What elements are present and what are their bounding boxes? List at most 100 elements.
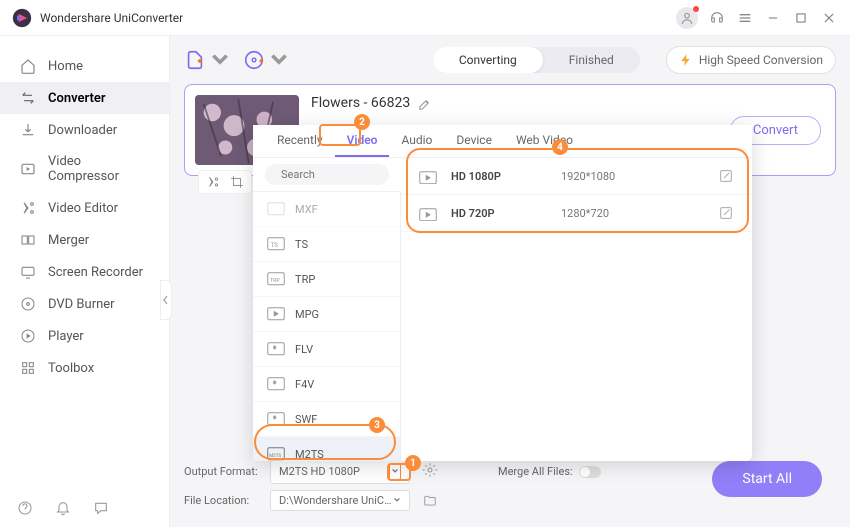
tab-webvideo[interactable]: Web Video xyxy=(504,125,585,157)
sidebar-collapse-button[interactable] xyxy=(160,280,172,320)
sidebar-item-downloader[interactable]: Downloader xyxy=(0,114,169,146)
sidebar-item-converter[interactable]: Converter xyxy=(0,82,169,114)
format-tabs: Recently Video Audio Device Web Video xyxy=(253,125,752,158)
status-segment: Converting Finished xyxy=(433,47,640,73)
merge-toggle[interactable] xyxy=(579,466,601,478)
format-icon: M2TS xyxy=(267,447,285,461)
svg-text:M2TS: M2TS xyxy=(269,453,281,459)
quality-resolution: 1280*720 xyxy=(561,207,718,220)
format-label: M2TS xyxy=(295,448,324,461)
add-disc-button[interactable] xyxy=(243,49,290,71)
edit-preset-icon[interactable] xyxy=(718,168,734,184)
sidebar-item-player[interactable]: Player xyxy=(0,320,169,352)
maximize-icon[interactable] xyxy=(792,9,810,27)
quality-resolution: 1920*1080 xyxy=(561,170,718,183)
step-badge-4: 4 xyxy=(552,139,568,155)
open-folder-icon[interactable] xyxy=(422,494,438,508)
format-label: F4V xyxy=(295,378,314,391)
format-ts[interactable]: TS TS xyxy=(253,227,400,262)
svg-text:TRP: TRP xyxy=(270,278,280,284)
step-badge-1: 1 xyxy=(405,455,421,471)
gear-icon[interactable] xyxy=(422,462,438,481)
format-f4v[interactable]: F4V xyxy=(253,367,400,402)
segment-converting[interactable]: Converting xyxy=(433,47,543,73)
high-speed-toggle[interactable]: High Speed Conversion xyxy=(666,46,836,74)
menu-icon[interactable] xyxy=(736,9,754,27)
app-logo-icon xyxy=(12,8,32,28)
output-format-label: Output Format: xyxy=(184,465,262,478)
sidebar-item-compressor[interactable]: Video Compressor xyxy=(0,146,169,192)
high-speed-label: High Speed Conversion xyxy=(699,53,823,67)
sidebar-item-merger[interactable]: Merger xyxy=(0,224,169,256)
help-icon[interactable] xyxy=(16,499,34,517)
search-row xyxy=(253,158,401,192)
format-icon xyxy=(267,342,285,356)
sidebar-item-label: Video Editor xyxy=(48,201,118,216)
quality-name: HD 1080P xyxy=(451,170,561,183)
svg-text:TS: TS xyxy=(271,242,279,249)
feedback-icon[interactable] xyxy=(92,499,110,517)
output-format-select[interactable]: M2TS HD 1080P xyxy=(270,459,410,484)
search-box[interactable] xyxy=(265,164,389,185)
sidebar-item-label: Merger xyxy=(48,233,89,248)
sidebar-item-label: Downloader xyxy=(48,123,117,138)
video-icon xyxy=(419,169,437,183)
format-flv[interactable]: FLV xyxy=(253,332,400,367)
crop-icon[interactable] xyxy=(229,174,245,190)
quality-1080p[interactable]: HD 1080P 1920*1080 xyxy=(401,158,752,195)
sidebar-item-label: Player xyxy=(48,329,84,344)
headset-icon[interactable] xyxy=(708,9,726,27)
sidebar-item-recorder[interactable]: Screen Recorder xyxy=(0,256,169,288)
format-label: SWF xyxy=(295,413,317,426)
sidebar-item-dvd[interactable]: DVD Burner xyxy=(0,288,169,320)
format-label: MPG xyxy=(295,308,319,321)
format-label: TRP xyxy=(295,273,315,286)
chevron-down-icon xyxy=(389,463,401,480)
edit-title-icon[interactable] xyxy=(418,96,432,110)
sidebar-item-label: Screen Recorder xyxy=(48,265,143,280)
tab-audio[interactable]: Audio xyxy=(389,125,444,157)
segment-finished[interactable]: Finished xyxy=(543,47,640,73)
format-m2ts[interactable]: M2TS M2TS xyxy=(253,437,400,461)
format-label: MXF xyxy=(295,203,318,216)
format-trp[interactable]: TRP TRP xyxy=(253,262,400,297)
thumbnail-tools xyxy=(198,170,252,194)
step-badge-3: 3 xyxy=(369,417,385,433)
trim-icon[interactable] xyxy=(205,174,221,190)
sidebar-item-editor[interactable]: Video Editor xyxy=(0,192,169,224)
quality-720p[interactable]: HD 720P 1280*720 xyxy=(401,195,752,232)
add-file-button[interactable] xyxy=(184,49,231,71)
format-icon: TS xyxy=(267,237,285,251)
format-icon xyxy=(267,412,285,426)
sidebar-item-toolbox[interactable]: Toolbox xyxy=(0,352,169,384)
toolbar: Converting Finished High Speed Conversio… xyxy=(184,46,836,74)
merge-row: Merge All Files: xyxy=(498,465,601,478)
notification-dot xyxy=(693,6,699,12)
sidebar-item-label: Converter xyxy=(48,91,106,106)
titlebar-right xyxy=(676,7,838,29)
bell-icon[interactable] xyxy=(54,499,72,517)
avatar-icon[interactable] xyxy=(676,7,698,29)
format-icon xyxy=(267,377,285,391)
sidebar-item-label: DVD Burner xyxy=(48,297,115,312)
file-location-select[interactable]: D:\Wondershare UniConverter xyxy=(270,490,410,511)
format-icon: TRP xyxy=(267,272,285,286)
merge-label: Merge All Files: xyxy=(498,465,573,478)
search-input[interactable] xyxy=(281,168,421,181)
format-mpg[interactable]: MPG xyxy=(253,297,400,332)
minimize-icon[interactable] xyxy=(764,9,782,27)
bottom-icons xyxy=(16,499,110,517)
format-icon xyxy=(267,307,285,321)
sidebar: Home Converter Downloader Video Compress… xyxy=(0,36,170,527)
close-icon[interactable] xyxy=(820,9,838,27)
format-mxf[interactable]: MXF xyxy=(253,192,400,227)
file-title: Flowers - 66823 xyxy=(311,95,410,111)
sidebar-item-home[interactable]: Home xyxy=(0,50,169,82)
tab-recently[interactable]: Recently xyxy=(265,125,335,157)
edit-preset-icon[interactable] xyxy=(718,205,734,221)
start-all-button[interactable]: Start All xyxy=(712,461,822,497)
output-format-value: M2TS HD 1080P xyxy=(279,465,360,478)
chevron-down-icon xyxy=(393,494,401,507)
tab-device[interactable]: Device xyxy=(444,125,504,157)
format-label: TS xyxy=(295,238,308,251)
